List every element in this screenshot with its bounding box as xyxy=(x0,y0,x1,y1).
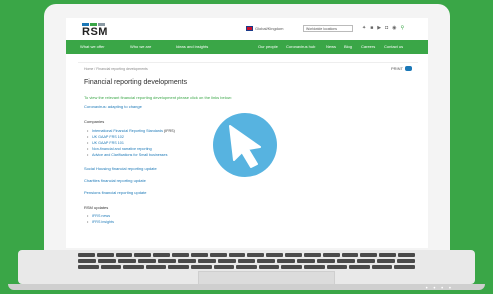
list-item[interactable]: Non-financial and narrative reporting xyxy=(87,147,152,151)
social-links: ✦ ■ ▶ ◘ ◉ ⚲ xyxy=(362,25,404,31)
instagram-icon[interactable]: ◘ xyxy=(385,25,388,31)
nav-news[interactable]: News xyxy=(326,44,336,49)
uk-flag-icon xyxy=(246,26,253,31)
nav-ideas-insights[interactable]: Ideas and insights xyxy=(176,44,208,49)
companies-label: Companies xyxy=(84,119,105,124)
list-item[interactable]: Advice and Clarifications for Small busi… xyxy=(87,153,167,157)
nav-our-people[interactable]: Our people xyxy=(258,44,278,49)
print-icon xyxy=(405,66,412,71)
nav-who-we-are[interactable]: Who we are xyxy=(130,44,151,49)
site-logo[interactable]: RSM xyxy=(82,26,108,38)
list-item[interactable]: UK GAAP FRS 101 xyxy=(87,141,124,145)
list-item[interactable]: IFRS insights xyxy=(87,220,114,224)
nav-contact-us[interactable]: Contact us xyxy=(384,44,403,49)
nav-careers[interactable]: Careers xyxy=(361,44,375,49)
youtube-icon[interactable]: ▶ xyxy=(377,25,381,31)
locale-label: Global/Kingdom xyxy=(255,26,284,31)
twitter-icon[interactable]: ✦ xyxy=(362,25,366,31)
trackpad xyxy=(198,271,335,285)
linkedin-icon[interactable]: ■ xyxy=(370,25,373,31)
cursor-badge xyxy=(213,113,277,177)
search-icon[interactable]: ⚲ xyxy=(401,25,405,31)
keyboard xyxy=(78,253,415,273)
print-label: PRINT xyxy=(391,66,403,71)
breadcrumb[interactable]: Home / Financial reporting developments xyxy=(84,67,148,71)
share-icon[interactable]: ◉ xyxy=(392,25,396,31)
nav-blog[interactable]: Blog xyxy=(344,44,352,49)
social-housing-link[interactable]: Social Housing financial reporting updat… xyxy=(84,166,157,171)
site-header: RSM Global/Kingdom Worldwide locations ✦… xyxy=(66,18,428,40)
rsm-updates-label: RSM updates xyxy=(84,205,109,210)
worldwide-locations-select[interactable]: Worldwide locations xyxy=(303,25,353,32)
charities-link[interactable]: Charities financial reporting update xyxy=(84,178,146,183)
list-item[interactable]: IFRS news xyxy=(87,214,110,218)
nav-coronavirus-hub[interactable]: Coronavirus hub xyxy=(286,44,315,49)
coronavirus-link[interactable]: Coronavirus: adapting to change xyxy=(84,104,142,109)
list-item[interactable]: UK GAAP FRS 102 xyxy=(87,135,124,139)
decorative-dots: • • • • xyxy=(425,286,453,292)
laptop-base: • • • • xyxy=(0,250,493,294)
pensions-link[interactable]: Pensions financial reporting update xyxy=(84,190,147,195)
main-nav: What we offer Who we are Ideas and insig… xyxy=(66,40,428,54)
list-item[interactable]: International Financial Reporting Standa… xyxy=(87,129,175,133)
nav-what-we-offer[interactable]: What we offer xyxy=(80,44,105,49)
cursor-arrow-icon xyxy=(229,125,261,168)
page-title: Financial reporting developments xyxy=(84,79,188,86)
locale-selector[interactable]: Global/Kingdom xyxy=(246,26,283,31)
print-button[interactable]: PRINT xyxy=(391,66,412,71)
intro-text: To view the relevant financial reporting… xyxy=(84,95,232,100)
